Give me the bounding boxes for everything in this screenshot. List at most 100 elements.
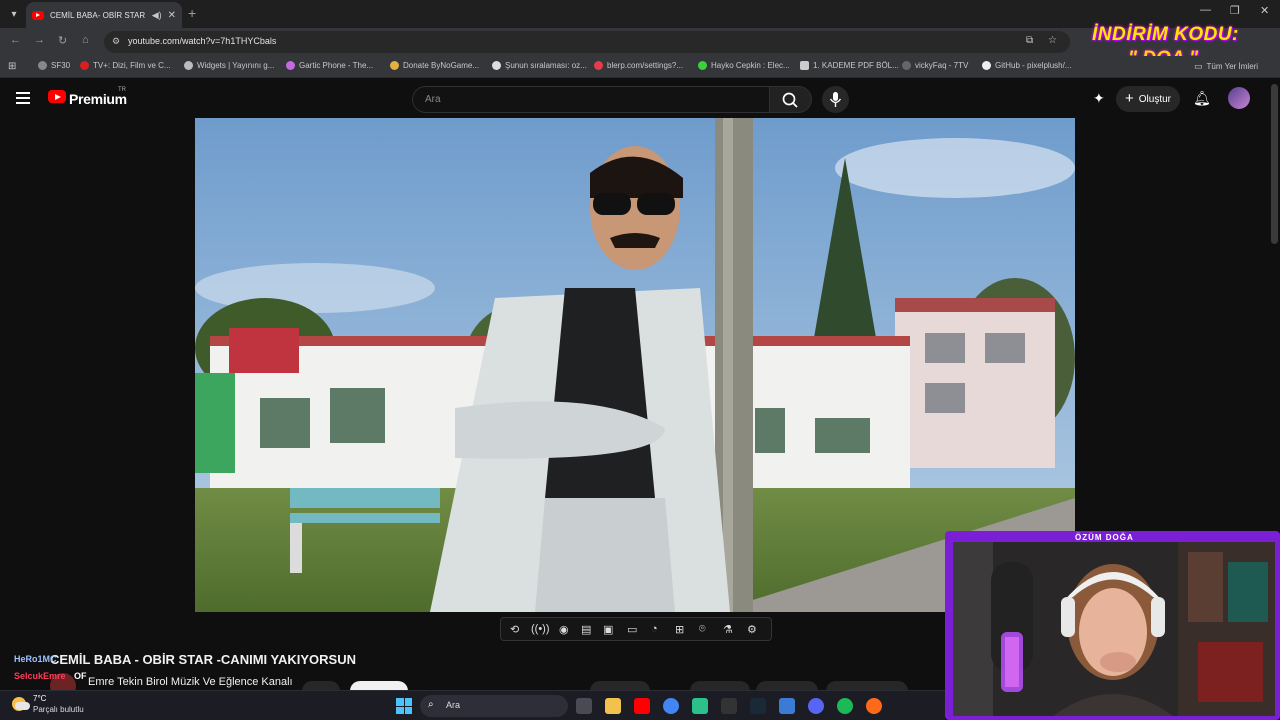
new-tab-button[interactable]: + [188,6,196,20]
store-icon[interactable] [779,698,795,714]
back-icon[interactable]: ← [10,34,21,46]
country-code: TR [118,87,126,93]
webcam-feed [953,542,1275,716]
bookmark-favicon-icon [286,61,295,70]
weather-temperature[interactable]: 7°C [33,694,46,703]
bookmark-item[interactable]: Widgets | Yayınını g... [184,61,274,70]
maximize-icon[interactable]: ❐ [1230,4,1240,17]
notifications-bell-icon[interactable]: 🔔︎ [1193,90,1211,107]
settings-gear-icon[interactable]: ⚙ [747,623,757,636]
github-icon [982,61,991,70]
clapper-icon[interactable]: ▤ [581,623,591,636]
steam-icon[interactable] [750,698,766,714]
bookmark-item[interactable]: SF30 [38,61,70,70]
install-app-icon[interactable]: ⧉ [1026,35,1033,46]
spotify-icon[interactable] [837,698,853,714]
windows-start-icon[interactable] [396,698,412,714]
search-button[interactable] [770,86,812,113]
pen-app-icon[interactable] [721,698,737,714]
site-info-icon[interactable]: ⚙ [112,36,120,47]
youtube-header: Premium TR Ara ✦ + Oluştur 🔔︎ [0,78,1280,120]
tab-title: CEMİL BABA- OBİR STAR -C [50,10,146,20]
bookmark-favicon-icon [80,61,89,70]
omnibox[interactable]: ⚙ youtube.com/watch?v=7h1THYCbals ⧉ ☆ [104,31,1070,53]
all-bookmarks-button[interactable]: ▭ Tüm Yer İmleri [1194,61,1258,72]
speed-icon[interactable]: ◔ [651,623,658,635]
microphone-icon [829,92,842,107]
task-view-icon[interactable] [576,698,592,714]
bookmark-item[interactable]: Şunun sıralaması: oz... [492,61,587,70]
search-input[interactable]: Ara [412,86,770,113]
chat-username: SelcukEmre [14,671,66,681]
bookmark-item[interactable]: blerp.com/settings?... [594,61,683,70]
bookmark-favicon-icon [698,61,707,70]
bookmark-item[interactable]: 1. KADEME PDF BÖL... [800,61,899,70]
screen: ▾ CEMİL BABA- OBİR STAR -C ◀) ✕ + — ❐ ✕ … [0,0,1280,720]
bookmark-item[interactable]: Hayko Cepkin : Elec... [698,61,790,70]
flask-icon[interactable]: ⚗ [723,623,733,636]
loop-icon[interactable]: ⟲ [510,623,519,636]
create-button[interactable]: + Oluştur [1116,86,1180,112]
video-player[interactable] [195,118,1075,612]
bookmark-item[interactable]: TV+: Dizi, Film ve C... [80,61,171,70]
bookmark-favicon-icon [800,61,809,70]
whatsapp-icon[interactable] [692,698,708,714]
bookmark-item[interactable]: Donate ByNoGame... [390,61,479,70]
minimize-icon[interactable]: — [1200,4,1211,16]
bookmark-favicon-icon [390,61,399,70]
bookmark-favicon-icon [184,61,193,70]
add-frame-icon[interactable]: ⊞ [675,623,684,636]
browser-tab-active[interactable]: CEMİL BABA- OBİR STAR -C ◀) ✕ [26,2,182,28]
url-text: youtube.com/watch?v=7h1THYCbals [128,36,277,46]
extension-icon[interactable]: ✦ [1093,90,1105,107]
close-window-icon[interactable]: ✕ [1260,4,1269,17]
bookmark-item[interactable]: Gartic Phone - The... [286,61,373,70]
bookmark-favicon-icon [902,61,911,70]
audio-boost-icon[interactable]: ((•)) [531,623,550,635]
home-icon[interactable]: ⌂ [82,34,89,46]
search-icon: ⌕ [428,699,434,710]
weather-description[interactable]: Parçalı bulutlu [33,705,84,714]
screenshot-camera-icon[interactable]: ⌾ [699,623,706,636]
apps-grid-icon[interactable]: ⊞ [8,61,16,72]
youtube-app-icon[interactable] [634,698,650,714]
bookmark-item[interactable]: vickyFaq - 7TV [902,61,968,70]
menu-icon[interactable] [16,92,30,104]
bookmark-star-icon[interactable]: ☆ [1048,35,1057,46]
page-scrollbar[interactable] [1271,84,1278,244]
reload-icon[interactable]: ↻ [58,34,67,47]
voice-search-button[interactable] [822,86,849,113]
fit-screen-icon[interactable]: ▭ [627,623,637,636]
youtube-logo-icon[interactable] [48,90,66,103]
browser-tab-strip: ▾ CEMİL BABA- OBİR STAR -C ◀) ✕ + — ❐ ✕ [0,0,1280,28]
promo-code-title: İNDİRİM KODU: [1092,24,1239,45]
file-explorer-icon[interactable] [605,698,621,714]
close-tab-icon[interactable]: ✕ [168,10,176,21]
taskbar-search-input[interactable]: ⌕ Ara [420,695,568,717]
chat-username: HeRo1MC [14,654,57,664]
forward-icon[interactable]: → [34,34,45,46]
video-title: CEMİL BABA - OBİR STAR -CANIMI YAKIYORSU… [50,652,356,667]
plus-icon: + [1125,90,1134,107]
player-enhancer-toolbar: ⟲ ((•)) ◉ ▤ ▣ ▭ ◔ ⊞ ⌾ ⚗ ⚙ [500,617,772,641]
audio-playing-icon[interactable]: ◀) [152,10,162,21]
tab-search-icon[interactable]: ▾ [4,4,24,24]
account-avatar[interactable] [1228,87,1250,109]
search-placeholder: Ara [425,94,441,105]
webcam-image [953,542,1275,716]
chrome-icon[interactable] [663,698,679,714]
taskbar-search-placeholder: Ara [446,700,461,710]
channel-name[interactable]: Emre Tekin Birol Müzik Ve Eğlence Kanalı [88,676,293,688]
bookmark-favicon-icon [38,61,47,70]
search-icon [782,92,798,108]
app-icon[interactable] [866,698,882,714]
weather-cloud-icon [15,702,30,710]
youtube-premium-brand[interactable]: Premium [69,91,127,107]
bookmark-favicon-icon [492,61,501,70]
cinema-mode-icon[interactable]: ◉ [559,623,569,636]
picture-in-picture-icon[interactable]: ▣ [603,623,613,636]
bookmark-item[interactable]: GitHub - pixelplush/... [982,61,1071,70]
folder-icon: ▭ [1194,61,1203,71]
discord-icon[interactable] [808,698,824,714]
youtube-favicon-icon [32,10,44,20]
